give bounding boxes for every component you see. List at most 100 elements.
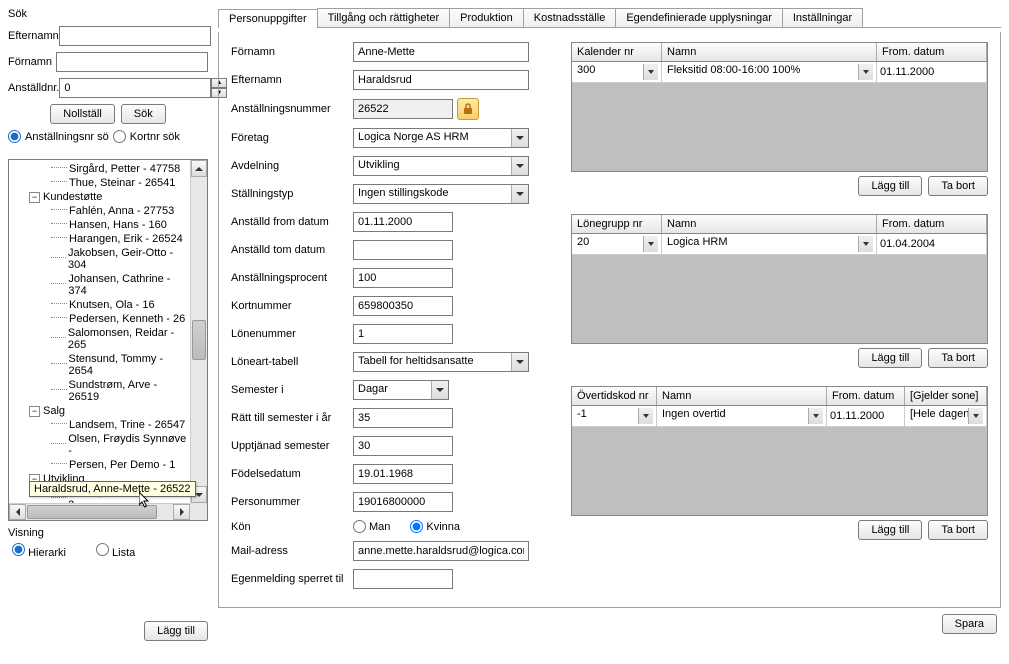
left-lagg-till-button[interactable]: Lägg till <box>144 621 208 641</box>
inp-efternamn[interactable] <box>353 70 529 90</box>
gh-namn3[interactable]: Namn <box>657 387 827 405</box>
collapse-icon[interactable]: − <box>29 192 40 203</box>
tab-installningar[interactable]: Inställningar <box>782 8 863 27</box>
chevron-down-icon[interactable] <box>638 408 653 424</box>
tree-leaf[interactable]: Pedersen, Kenneth - 26 <box>11 312 187 326</box>
chevron-down-icon[interactable] <box>858 236 873 252</box>
tree-leaf[interactable]: Salomonsen, Reidar - 265 <box>11 326 187 352</box>
radio-kvinna[interactable] <box>410 520 423 533</box>
radio-kortnr[interactable] <box>113 130 126 143</box>
chevron-down-icon[interactable] <box>858 64 873 80</box>
chevron-down-icon[interactable] <box>643 236 658 252</box>
sel-semester[interactable]: Dagar <box>353 380 449 400</box>
collapse-icon[interactable]: − <box>29 406 40 417</box>
scroll-left-icon[interactable] <box>9 504 26 520</box>
chevron-down-icon[interactable] <box>968 408 983 424</box>
tab-kostnadsstalle[interactable]: Kostnadsställe <box>523 8 617 27</box>
tree-leaf[interactable]: Thue, Steinar - 26541 <box>11 176 187 190</box>
inp-mail[interactable] <box>353 541 529 561</box>
tab-tillgang[interactable]: Tillgång och rättigheter <box>317 8 451 27</box>
tree-leaf[interactable]: Sundstrøm, Arve - 26519 <box>11 378 187 404</box>
inp-kortnr[interactable] <box>353 296 453 316</box>
grid2-tabort-button[interactable]: Ta bort <box>928 348 988 368</box>
tree-leaf[interactable]: Johansen, Cathrine - 374 <box>11 272 187 298</box>
grid3-row[interactable]: -1 Ingen overtid 01.11.2000 [Hele dagen] <box>572 406 987 427</box>
tree-group[interactable]: −Salg <box>11 404 187 418</box>
chevron-down-icon[interactable] <box>643 64 658 80</box>
gh-lonegruppnr[interactable]: Lönegrupp nr <box>572 215 662 233</box>
hscroll-thumb[interactable] <box>27 505 157 519</box>
grid1-tabort-button[interactable]: Ta bort <box>928 176 988 196</box>
radio-lista[interactable] <box>96 543 109 556</box>
chevron-down-icon[interactable] <box>808 408 823 424</box>
inp-from[interactable] <box>353 212 453 232</box>
grid-lonegrupp: Lönegrupp nr Namn From. datum 20 Logica … <box>571 214 988 344</box>
inp-upptjanad[interactable] <box>353 436 453 456</box>
tab-egendefinierade[interactable]: Egendefinierade upplysningar <box>615 8 783 27</box>
tree-leaf[interactable]: Sirgård, Petter - 47758 <box>11 162 187 176</box>
lock-icon[interactable] <box>457 98 479 120</box>
inp-lonenr[interactable] <box>353 324 453 344</box>
inp-egen[interactable] <box>353 569 453 589</box>
tree-hscroll[interactable] <box>9 503 190 520</box>
spara-button[interactable]: Spara <box>942 614 997 634</box>
inp-fodelse[interactable] <box>353 464 453 484</box>
vscroll-thumb[interactable] <box>192 320 206 360</box>
tree-leaf[interactable]: Persen, Per Demo - 1 <box>11 458 187 472</box>
scroll-up-icon[interactable] <box>191 160 207 177</box>
chevron-down-icon[interactable] <box>511 353 528 371</box>
inp-tom[interactable] <box>353 240 453 260</box>
tree-leaf[interactable]: Knutsen, Ola - 16 <box>11 298 187 312</box>
fornamn-input[interactable] <box>56 52 208 72</box>
efternamn-input[interactable] <box>59 26 211 46</box>
gh-gjeldersone[interactable]: [Gjelder sone] <box>905 387 987 405</box>
tree-group[interactable]: −Kundestøtte <box>11 190 187 204</box>
inp-ratt[interactable] <box>353 408 453 428</box>
radio-anstallningsnr[interactable] <box>8 130 21 143</box>
tree-leaf[interactable]: Olsen, Frøydis Synnøve - <box>11 432 187 458</box>
employee-tree[interactable]: Sirgård, Petter - 47758Thue, Steinar - 2… <box>8 159 208 521</box>
scroll-right-icon[interactable] <box>173 504 190 520</box>
nollstall-button[interactable]: Nollställ <box>50 104 115 124</box>
gh-fromdatum3[interactable]: From. datum <box>827 387 905 405</box>
anstalldnr-input[interactable] <box>59 78 211 98</box>
inp-procent[interactable] <box>353 268 453 288</box>
chevron-down-icon[interactable] <box>431 381 448 399</box>
sok-button[interactable]: Sök <box>121 104 166 124</box>
tree-vscroll[interactable] <box>190 160 207 503</box>
tree-leaf[interactable]: Landsem, Trine - 26547 <box>11 418 187 432</box>
tab-produktion[interactable]: Produktion <box>449 8 524 27</box>
grid2-row[interactable]: 20 Logica HRM 01.04.2004 <box>572 234 987 255</box>
gh-namn[interactable]: Namn <box>662 43 877 61</box>
gh-fromdatum2[interactable]: From. datum <box>877 215 987 233</box>
tree-leaf[interactable]: Hansen, Hans - 160 <box>11 218 187 232</box>
search-title: Sök <box>8 8 208 20</box>
radio-hierarki[interactable] <box>12 543 25 556</box>
grid-overtid: Övertidskod nr Namn From. datum [Gjelder… <box>571 386 988 516</box>
grid1-laggtill-button[interactable]: Lägg till <box>858 176 922 196</box>
sel-stallning[interactable]: Ingen stillingskode <box>353 184 529 204</box>
chevron-down-icon[interactable] <box>511 157 528 175</box>
tree-leaf[interactable]: Harangen, Erik - 26524 <box>11 232 187 246</box>
sel-avdelning[interactable]: Utvikling <box>353 156 529 176</box>
tree-leaf[interactable]: Fahlén, Anna - 27753 <box>11 204 187 218</box>
tree-leaf[interactable]: Stensund, Tommy - 2654 <box>11 352 187 378</box>
radio-man[interactable] <box>353 520 366 533</box>
chevron-down-icon[interactable] <box>511 129 528 147</box>
inp-personnr[interactable] <box>353 492 453 512</box>
inp-fornamn[interactable] <box>353 42 529 62</box>
grid3-tabort-button[interactable]: Ta bort <box>928 520 988 540</box>
grid2-laggtill-button[interactable]: Lägg till <box>858 348 922 368</box>
gh-kalendernr[interactable]: Kalender nr <box>572 43 662 61</box>
gh-overtidskodnr[interactable]: Övertidskod nr <box>572 387 657 405</box>
chevron-down-icon[interactable] <box>511 185 528 203</box>
tab-personuppgifter[interactable]: Personuppgifter <box>218 9 318 28</box>
sel-loneart[interactable]: Tabell for heltidsansatte <box>353 352 529 372</box>
search-section: Sök Efternamn Förnamn Anställdnr. ▲ ▼ <box>8 8 208 149</box>
tree-leaf[interactable]: Jakobsen, Geir-Otto - 304 <box>11 246 187 272</box>
sel-foretag[interactable]: Logica Norge AS HRM <box>353 128 529 148</box>
gh-fromdatum[interactable]: From. datum <box>877 43 987 61</box>
grid1-row[interactable]: 300 Fleksitid 08:00-16:00 100% 01.11.200… <box>572 62 987 83</box>
grid3-laggtill-button[interactable]: Lägg till <box>858 520 922 540</box>
gh-namn2[interactable]: Namn <box>662 215 877 233</box>
